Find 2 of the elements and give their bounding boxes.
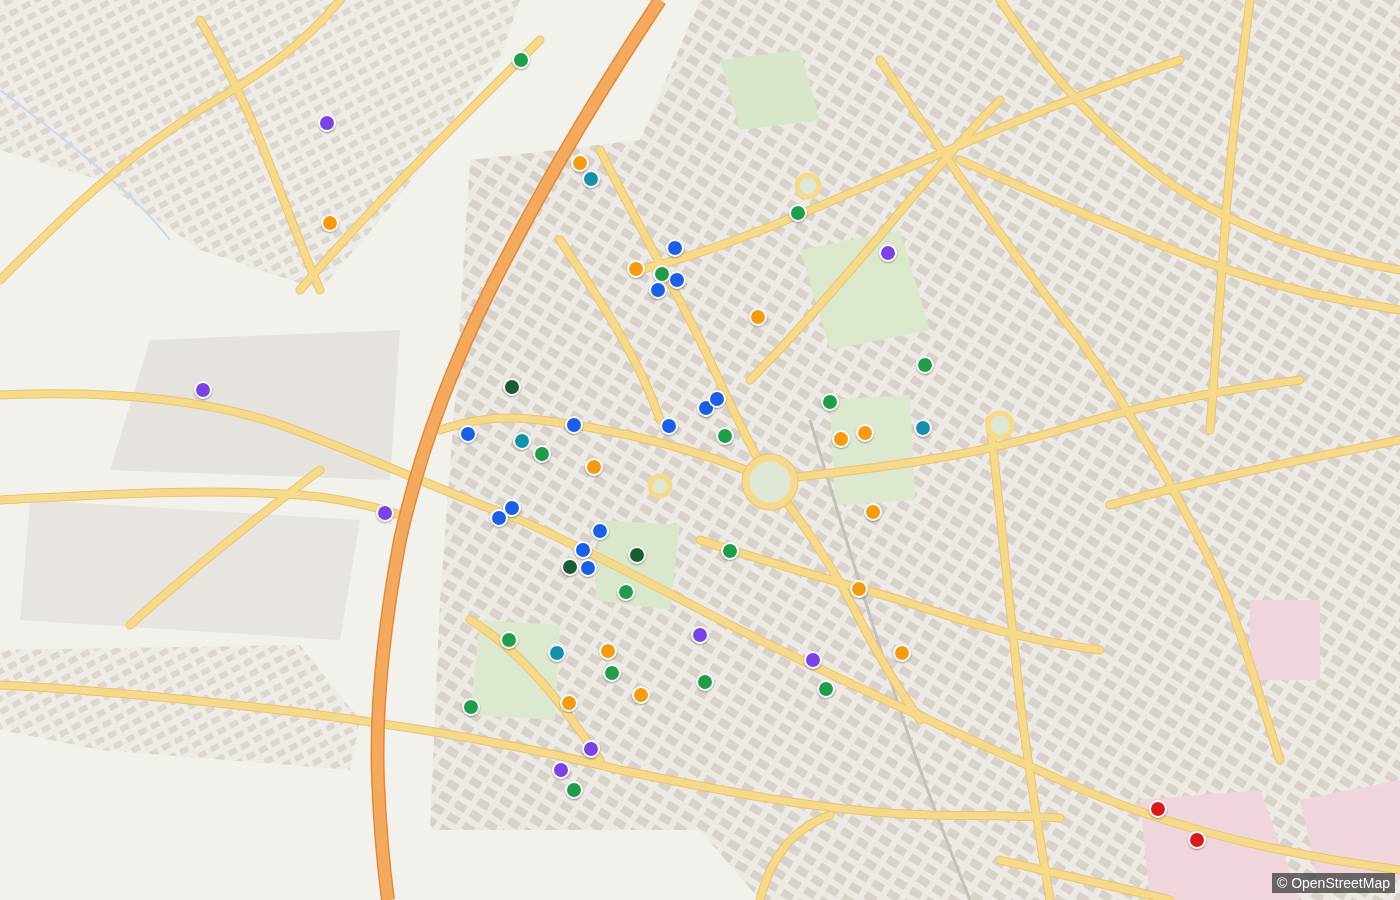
attribution-label: © OpenStreetMap: [1271, 873, 1395, 893]
map-marker-icon[interactable]: [668, 271, 686, 289]
